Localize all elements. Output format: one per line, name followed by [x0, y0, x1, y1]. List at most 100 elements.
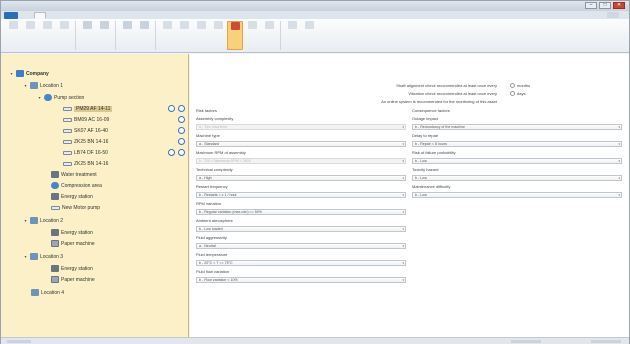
- field-dropdown[interactable]: b - Redundancy of the machine ▾: [412, 124, 622, 130]
- collapse-icon[interactable]: ▾: [23, 83, 28, 88]
- chevron-down-icon[interactable]: ▾: [402, 227, 404, 231]
- field-dropdown[interactable]: b - Regular variation (max-min) <= 50% ▾: [196, 209, 406, 215]
- chevron-down-icon[interactable]: ▾: [402, 176, 404, 180]
- tree-node-energy-station[interactable]: Energy station: [51, 264, 93, 273]
- chevron-down-icon[interactable]: ▾: [402, 142, 404, 146]
- collapse-icon[interactable]: ▾: [23, 218, 28, 223]
- tree-node-asset[interactable]: BM09 AC 16-09: [63, 115, 109, 124]
- ribbon-button[interactable]: [96, 21, 112, 50]
- ribbon-button[interactable]: [193, 21, 209, 50]
- chevron-down-icon[interactable]: ▾: [618, 159, 620, 163]
- ribbon-button[interactable]: [136, 21, 152, 50]
- field-dropdown[interactable]: b - Low ▾: [412, 158, 622, 164]
- ribbon-button[interactable]: [176, 21, 192, 50]
- collapse-icon[interactable]: ▾: [9, 71, 14, 76]
- tree-node-location[interactable]: ▾ Location 1: [23, 81, 63, 90]
- field-dropdown[interactable]: b - 20°C < T <= 75°C ▾: [196, 260, 406, 266]
- menu-tab[interactable]: [20, 12, 32, 19]
- ribbon-button[interactable]: [210, 21, 226, 50]
- chevron-down-icon[interactable]: ▾: [618, 125, 620, 129]
- close-button[interactable]: ✕: [613, 2, 625, 9]
- app-menu-button[interactable]: [4, 11, 18, 19]
- tree-node-asset[interactable]: ZK25 BN 14-16: [63, 159, 108, 168]
- status-icon[interactable]: [178, 116, 185, 123]
- unit-option-days[interactable]: days: [510, 91, 525, 96]
- field-dropdown[interactable]: a - High ▾: [196, 175, 406, 181]
- status-segment: [7, 340, 31, 343]
- unit-option-months[interactable]: months: [510, 83, 530, 88]
- field-dropdown[interactable]: b - Low loaded ▾: [196, 226, 406, 232]
- tree-node-energy-station[interactable]: Energy station: [51, 228, 93, 237]
- tree-label: ZK25 BN 14-16: [74, 160, 109, 167]
- minimize-button[interactable]: –: [585, 2, 597, 9]
- ribbon-button-active[interactable]: [227, 21, 243, 50]
- field-dropdown[interactable]: a - Standard ▾: [196, 141, 406, 147]
- ribbon-button[interactable]: [79, 21, 95, 50]
- asset-icon: [51, 205, 60, 210]
- menu-tab[interactable]: [76, 12, 88, 19]
- tree-node-company[interactable]: ▾ Company: [9, 69, 49, 78]
- ribbon-button[interactable]: [244, 21, 260, 50]
- ribbon-button[interactable]: [5, 21, 21, 50]
- collapse-icon[interactable]: ▾: [23, 254, 28, 259]
- tree-node-water-treatment[interactable]: Water treatment: [51, 170, 97, 179]
- status-icon[interactable]: [178, 127, 185, 134]
- tree-label: Pump section: [54, 94, 85, 101]
- refresh-icon[interactable]: [168, 105, 175, 112]
- field-dropdown[interactable]: b - Flow variation < 10% ▾: [196, 277, 406, 283]
- chevron-down-icon[interactable]: ▾: [402, 261, 404, 265]
- machine-icon: [51, 193, 59, 200]
- tree-node-asset[interactable]: PM29 AF 14-11: [63, 104, 113, 113]
- ribbon-button[interactable]: [39, 21, 55, 50]
- chevron-down-icon[interactable]: ▾: [402, 193, 404, 197]
- ribbon-button[interactable]: [119, 21, 135, 50]
- tree-node-location[interactable]: Location 4: [31, 288, 64, 297]
- tree-node-compression-area[interactable]: Compression area: [51, 181, 102, 190]
- ribbon-button[interactable]: [56, 21, 72, 50]
- menu-tab[interactable]: [62, 12, 74, 19]
- menu-tab[interactable]: [48, 12, 60, 19]
- radio-icon[interactable]: [510, 83, 515, 88]
- chevron-down-icon[interactable]: ▾: [402, 159, 404, 163]
- field-dropdown[interactable]: b - Low ▾: [412, 175, 622, 181]
- refresh-icon[interactable]: [168, 149, 175, 156]
- tree-node-paper-machine[interactable]: Paper machine: [51, 239, 95, 248]
- ribbon-button[interactable]: [261, 21, 277, 50]
- help-button[interactable]: [607, 12, 619, 18]
- status-icon[interactable]: [178, 149, 185, 156]
- status-icon[interactable]: [178, 138, 185, 145]
- unit-label: months: [517, 83, 531, 88]
- chevron-down-icon[interactable]: ▾: [402, 244, 404, 248]
- tree-node-location[interactable]: ▾ Location 3: [23, 252, 63, 261]
- ribbon-button[interactable]: [159, 21, 175, 50]
- ribbon-button[interactable]: [301, 21, 317, 50]
- chevron-down-icon[interactable]: ▾: [402, 125, 404, 129]
- ribbon-button[interactable]: [284, 21, 300, 50]
- tree-node-new-motor-pump[interactable]: New Motor pump: [51, 203, 100, 212]
- tree-node-asset[interactable]: SK07 AF 16-40: [63, 126, 108, 135]
- field-dropdown[interactable]: b - Repair < 8 hours ▾: [412, 141, 622, 147]
- ribbon-button[interactable]: [22, 21, 38, 50]
- chevron-down-icon[interactable]: ▾: [402, 278, 404, 282]
- chevron-down-icon[interactable]: ▾: [618, 193, 620, 197]
- tree-node-paper-machine[interactable]: Paper machine: [51, 275, 95, 284]
- tree-node-energy-station[interactable]: Energy station: [51, 192, 93, 201]
- status-icon[interactable]: [178, 105, 185, 112]
- tree-node-asset[interactable]: LB74 DF 16-50: [63, 148, 108, 157]
- chevron-down-icon[interactable]: ▾: [402, 210, 404, 214]
- asset-icon: [63, 117, 72, 122]
- chevron-down-icon[interactable]: ▾: [618, 176, 620, 180]
- collapse-icon[interactable]: ▾: [37, 95, 42, 100]
- field-dropdown[interactable]: a - Neutral ▾: [196, 243, 406, 249]
- field-dropdown[interactable]: b - Low ▾: [412, 192, 622, 198]
- menu-tab-active[interactable]: [34, 11, 46, 19]
- chevron-down-icon[interactable]: ▾: [618, 142, 620, 146]
- maximize-button[interactable]: □: [599, 2, 611, 9]
- field-dropdown[interactable]: b - Restarts < x 1 / hour ▾: [196, 192, 406, 198]
- tree-node-pump-section[interactable]: ▾ Pump section: [37, 93, 84, 102]
- tree-node-location[interactable]: ▾ Location 2: [23, 216, 63, 225]
- field-dropdown[interactable]: b - 200 < Maximum RPM < 3600 ▾: [196, 158, 406, 164]
- tree-node-asset[interactable]: ZK25 BN 14-16: [63, 137, 108, 146]
- field-dropdown[interactable]: a - Two machines ▾: [196, 124, 406, 130]
- radio-icon[interactable]: [510, 91, 515, 96]
